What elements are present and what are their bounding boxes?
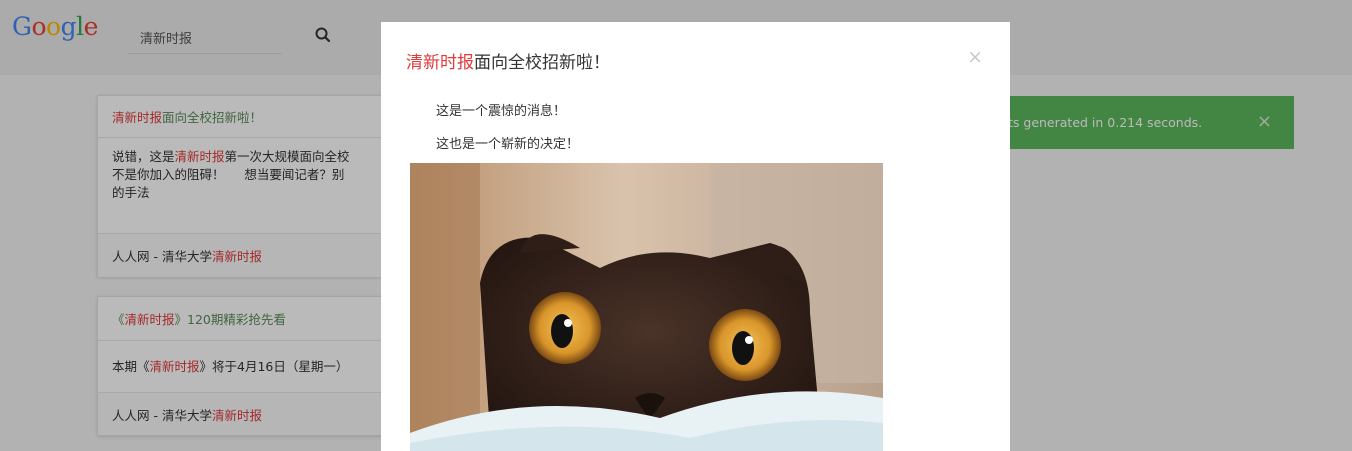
- cat-photo-illustration: [410, 163, 883, 451]
- close-icon[interactable]: ×: [967, 48, 983, 67]
- modal-paragraph: 这也是一个崭新的决定！: [436, 137, 580, 152]
- modal-title-highlight: 清新时报: [406, 53, 474, 73]
- modal-title: 清新时报面向全校招新啦！: [406, 48, 610, 73]
- modal-paragraph: 这是一个震惊的消息！: [436, 104, 567, 119]
- modal-title-text: 面向全校招新啦！: [474, 53, 610, 73]
- article-modal: 清新时报面向全校招新啦！ × 这是一个震惊的消息！ 这也是一个崭新的决定！: [381, 22, 1010, 451]
- cat-photo: [410, 163, 883, 451]
